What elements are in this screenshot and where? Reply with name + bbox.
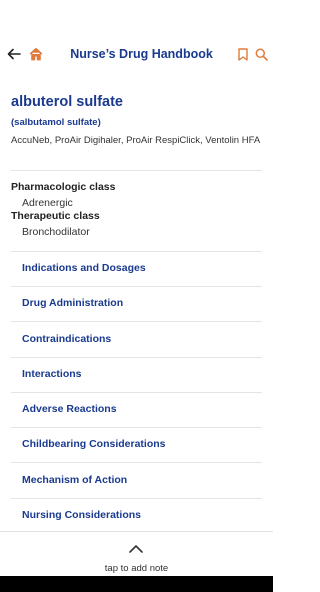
generic-name: (salbutamol sulfate) [11, 117, 101, 128]
divider [11, 321, 262, 322]
brand-names: AccuNeb, ProAir Digihaler, ProAir RespiC… [11, 135, 261, 146]
divider [11, 462, 262, 463]
add-note-panel[interactable]: tap to add note [0, 531, 273, 577]
home-icon[interactable] [26, 40, 46, 68]
pharmacologic-class-value: Adrenergic [22, 197, 73, 209]
section-indications[interactable]: Indications and Dosages [22, 262, 146, 274]
section-nursing[interactable]: Nursing Considerations [22, 509, 141, 521]
section-adverse-reactions[interactable]: Adverse Reactions [22, 403, 117, 415]
therapeutic-class-value: Bronchodilator [22, 226, 90, 238]
divider [11, 170, 262, 171]
pharmacologic-class-label: Pharmacologic class [11, 181, 116, 193]
therapeutic-class-label: Therapeutic class [11, 210, 100, 222]
divider [11, 357, 262, 358]
top-bar: Nurse’s Drug Handbook [0, 40, 273, 68]
add-note-label[interactable]: tap to add note [0, 563, 273, 574]
page-title: Nurse’s Drug Handbook [70, 47, 213, 61]
divider [11, 286, 262, 287]
divider [11, 498, 262, 499]
section-mechanism[interactable]: Mechanism of Action [22, 474, 127, 486]
chevron-up-icon[interactable] [128, 541, 144, 553]
divider [11, 392, 262, 393]
bookmark-icon[interactable] [235, 40, 251, 68]
search-icon[interactable] [252, 40, 270, 68]
section-interactions[interactable]: Interactions [22, 368, 82, 380]
divider [11, 427, 262, 428]
section-drug-administration[interactable]: Drug Administration [22, 297, 123, 309]
back-arrow-icon[interactable] [4, 40, 24, 68]
section-childbearing[interactable]: Childbearing Considerations [22, 438, 166, 450]
section-contraindications[interactable]: Contraindications [22, 333, 111, 345]
drug-name: albuterol sulfate [11, 94, 123, 110]
system-nav-bar [0, 576, 273, 592]
divider [11, 251, 262, 252]
